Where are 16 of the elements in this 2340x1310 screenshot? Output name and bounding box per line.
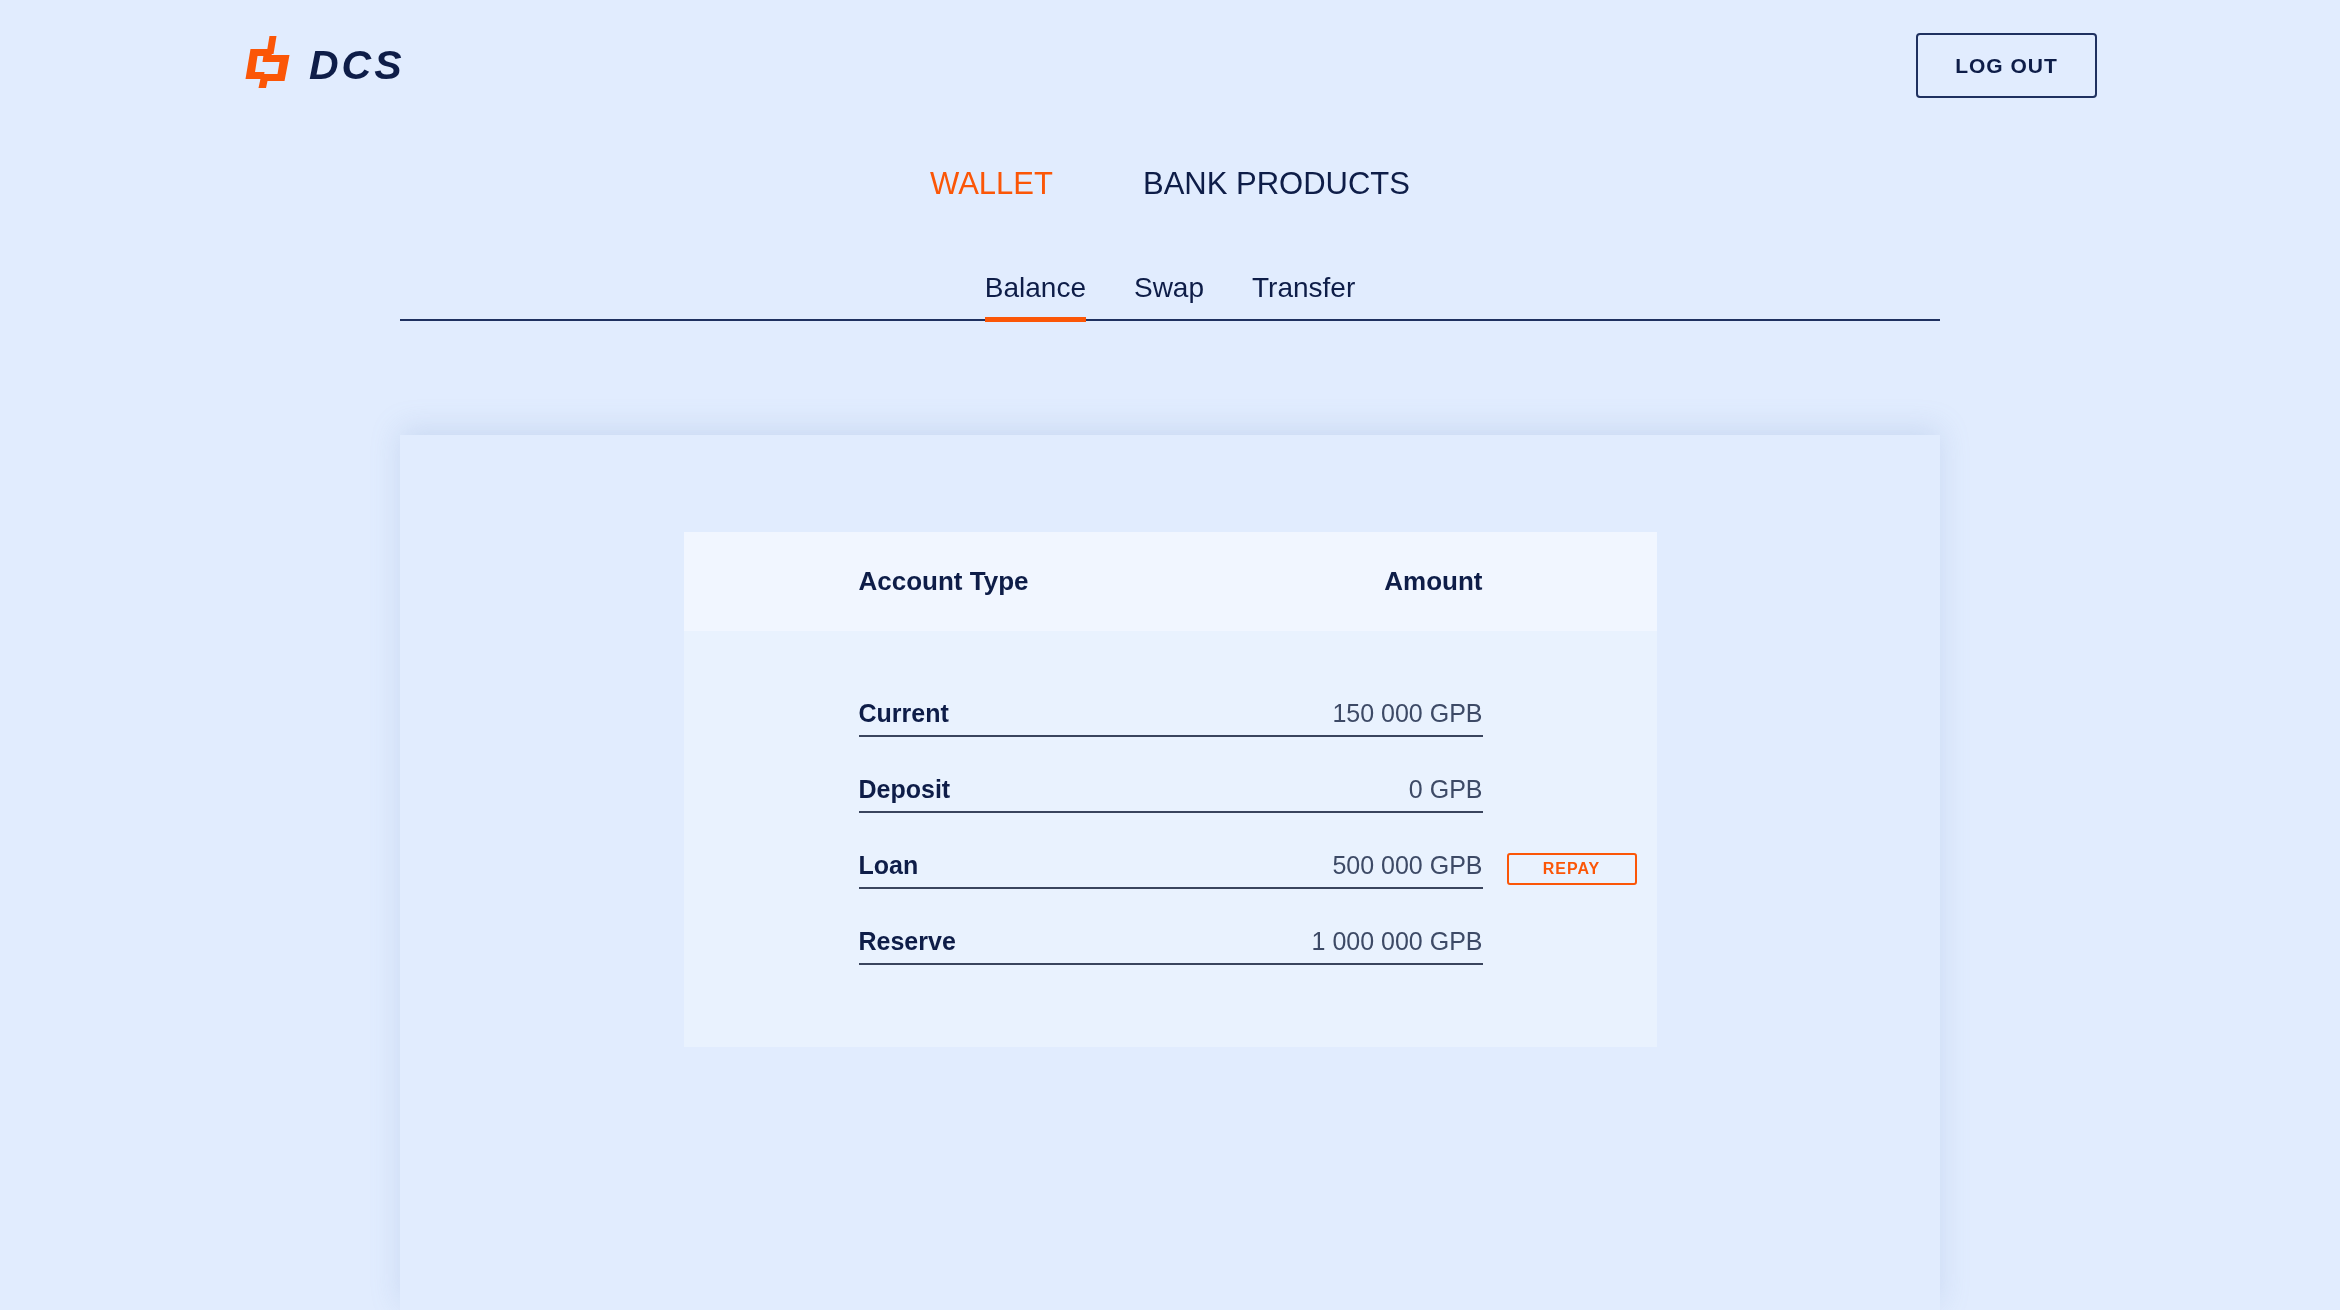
table-cell-text: Loan — [858, 850, 919, 881]
logout-button[interactable]: LOG OUT — [1916, 33, 2097, 98]
tab[interactable]: Swap — [1133, 271, 1204, 322]
column-header: Amount — [1384, 566, 1483, 597]
table-cell-text: Reserve — [858, 926, 956, 957]
table-cell-text: 500 000 GPB — [1332, 850, 1483, 881]
tab[interactable]: Balance — [984, 271, 1086, 322]
nav-link[interactable]: BANK PRODUCTS — [1142, 166, 1410, 202]
table-cell-text: 0 GPB — [1408, 774, 1483, 805]
column-header: Account Type — [858, 566, 1029, 597]
table-cell-text: Deposit — [858, 774, 951, 805]
tab[interactable]: Transfer — [1252, 271, 1356, 322]
logo-text: DCS — [309, 45, 405, 86]
table-cell-text: Current — [858, 698, 949, 729]
table-cell-text: 150 000 GPB — [1332, 698, 1483, 729]
table-cell-text: 1 000 000 GPB — [1311, 926, 1483, 957]
